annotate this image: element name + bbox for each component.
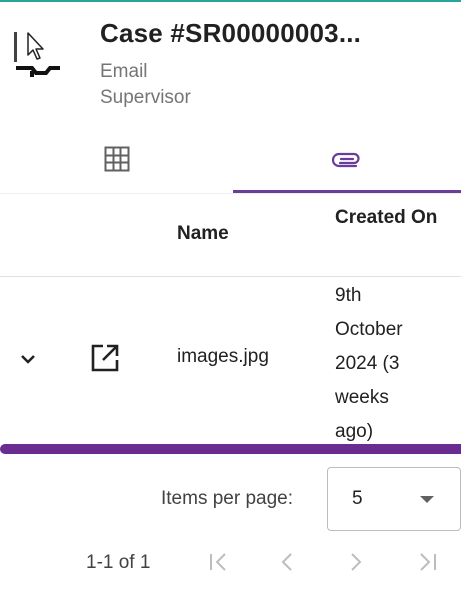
next-page-button[interactable] (340, 548, 372, 580)
table-header: Name Created On (0, 195, 461, 277)
items-per-page-label: Items per page: (161, 488, 294, 509)
tab-bar (0, 130, 461, 194)
horizontal-scrollbar[interactable] (0, 444, 461, 454)
paperclip-icon (331, 150, 362, 173)
page-subtitle: Email Supervisor (100, 61, 191, 108)
items-per-page-value: 5 (352, 488, 363, 509)
tabs-divider (0, 193, 461, 194)
first-page-button[interactable] (203, 548, 235, 580)
items-per-page-select[interactable]: 5 (327, 467, 461, 531)
tab-attachments[interactable] (233, 130, 461, 192)
expand-row-button[interactable] (14, 347, 42, 375)
chevron-down-icon (19, 352, 37, 370)
dropdown-arrow-icon (420, 496, 434, 503)
first-page-icon (208, 551, 230, 578)
paginator: Items per page: 5 1-1 of 1 (0, 462, 461, 600)
open-in-new-icon (90, 343, 120, 378)
attachments-table: Name Created On images.jpg 9th October 2… (0, 195, 461, 444)
tab-grid[interactable] (0, 130, 233, 192)
chevron-left-icon (276, 551, 298, 578)
attachment-created-on: 9th October 2024 (3 weeks ago) (335, 285, 403, 442)
column-header-created-on[interactable]: Created On (335, 201, 445, 235)
chevron-right-icon (345, 551, 367, 578)
range-label: 1-1 of 1 (86, 552, 151, 573)
case-header: Case #SR00000003... Email Supervisor (0, 2, 461, 120)
attachment-name: images.jpg (177, 346, 269, 367)
case-icon (14, 32, 62, 80)
grid-icon (104, 146, 130, 177)
column-header-name[interactable]: Name (177, 217, 229, 251)
open-in-new-button[interactable] (88, 343, 122, 377)
table-row: images.jpg 9th October 2024 (3 weeks ago… (0, 277, 461, 444)
last-page-button[interactable] (411, 548, 443, 580)
previous-page-button[interactable] (271, 548, 303, 580)
last-page-icon (416, 551, 438, 578)
page-title: Case #SR00000003... (100, 18, 362, 48)
